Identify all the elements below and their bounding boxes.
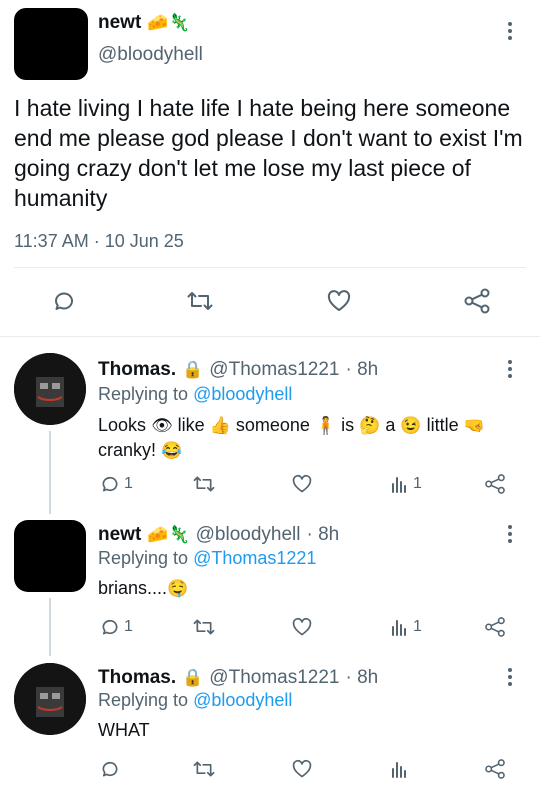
name-emoji: 🧀🦎 xyxy=(147,13,190,32)
handle: @Thomas1221 xyxy=(209,667,340,688)
reply-word: is xyxy=(341,415,355,435)
author-name-row[interactable]: Thomas. 🔒 @Thomas1221 · 8h xyxy=(98,667,378,689)
reply-count: 1 xyxy=(124,475,133,492)
drooling-emoji: 🤤 xyxy=(167,579,189,598)
author-name-row[interactable]: newt 🧀🦎 xyxy=(98,12,190,34)
display-name: Thomas. xyxy=(98,359,177,380)
avatar[interactable] xyxy=(14,520,86,592)
reply-icon[interactable]: 1 xyxy=(100,617,133,637)
author-name-row[interactable]: Thomas. 🔒 @Thomas1221 · 8h xyxy=(98,359,378,381)
retweet-icon[interactable] xyxy=(192,759,216,784)
reply-text: brians....🤤 xyxy=(98,578,188,599)
views-icon[interactable]: 1 xyxy=(389,474,422,494)
replying-to-label: Replying to xyxy=(98,548,189,568)
display-name: Thomas. xyxy=(98,667,177,688)
display-name: newt xyxy=(98,12,142,33)
like-icon[interactable] xyxy=(291,474,313,499)
more-options-icon[interactable] xyxy=(508,668,512,686)
laughing-emoji: 😂 xyxy=(161,441,183,460)
reply-icon[interactable] xyxy=(52,289,76,318)
share-icon[interactable] xyxy=(484,616,506,643)
divider xyxy=(14,267,526,268)
handle[interactable]: @bloodyhell xyxy=(98,44,203,66)
replying-to-link[interactable]: @bloodyhell xyxy=(193,690,292,710)
fist-emoji: 🤜 xyxy=(463,416,485,435)
reply-word: a xyxy=(385,415,396,435)
handle: @bloodyhell xyxy=(195,524,301,545)
reply-time: · 8h xyxy=(306,524,340,545)
replying-to-link[interactable]: @Thomas1221 xyxy=(193,548,316,568)
reply-word: like xyxy=(177,415,205,435)
views-count: 1 xyxy=(413,475,422,492)
replying-to-link[interactable]: @bloodyhell xyxy=(193,384,292,404)
reply-word: brians.... xyxy=(98,578,168,598)
views-icon[interactable] xyxy=(389,759,409,784)
avatar[interactable] xyxy=(14,353,86,425)
thinking-emoji: 🤔 xyxy=(359,416,381,435)
like-icon[interactable] xyxy=(291,617,313,642)
author-name-row[interactable]: newt 🧀🦎 @bloodyhell · 8h xyxy=(98,524,339,546)
like-icon[interactable] xyxy=(291,759,313,784)
more-options-icon[interactable] xyxy=(508,360,512,378)
views-icon[interactable]: 1 xyxy=(389,617,422,637)
wink-emoji: 😉 xyxy=(400,416,422,435)
retweet-icon[interactable] xyxy=(192,474,216,499)
display-name: newt xyxy=(98,524,142,545)
share-icon[interactable] xyxy=(463,288,491,319)
more-options-icon[interactable] xyxy=(508,525,512,543)
reply-time: · 8h xyxy=(345,667,379,688)
name-emoji: 🧀🦎 xyxy=(147,525,190,544)
reply-icon[interactable]: 1 xyxy=(100,474,133,494)
share-icon[interactable] xyxy=(484,473,506,500)
reply-text: Looks 👁 like 👍 someone 🧍 is 🤔 a 😉 little… xyxy=(98,413,528,463)
reply-time: · 8h xyxy=(345,359,379,380)
replying-to-label: Replying to xyxy=(98,690,189,710)
person-emoji: 🧍 xyxy=(314,416,337,435)
tweet-timestamp[interactable]: 11:37 AM · 10 Jun 25 xyxy=(14,231,184,252)
more-options-icon[interactable] xyxy=(508,22,512,40)
eye-emoji: 👁 xyxy=(151,416,173,435)
retweet-icon[interactable] xyxy=(186,289,214,318)
replying-to: Replying to @Thomas1221 xyxy=(98,548,316,569)
thumbs-up-emoji: 👍 xyxy=(209,416,231,435)
handle: @Thomas1221 xyxy=(209,359,340,380)
thread-line xyxy=(49,598,51,656)
reply-word: cranky! xyxy=(98,440,157,460)
views-count: 1 xyxy=(413,618,422,635)
share-icon[interactable] xyxy=(484,758,506,785)
reply-count: 1 xyxy=(124,618,133,635)
reply-word: little xyxy=(426,415,459,435)
divider xyxy=(0,336,540,337)
avatar[interactable] xyxy=(14,663,86,735)
retweet-icon[interactable] xyxy=(192,617,216,642)
like-icon[interactable] xyxy=(326,289,352,318)
reply-word: someone xyxy=(235,415,310,435)
replying-to: Replying to @bloodyhell xyxy=(98,690,292,711)
reply-text: WHAT xyxy=(98,720,150,740)
avatar[interactable] xyxy=(14,8,88,80)
replying-to: Replying to @bloodyhell xyxy=(98,384,292,405)
thread-line xyxy=(49,431,51,514)
reply-word: Looks xyxy=(98,415,147,435)
replying-to-label: Replying to xyxy=(98,384,189,404)
protected-lock-icon: 🔒 xyxy=(182,360,204,379)
tweet-text: I hate living I hate life I hate being h… xyxy=(14,95,523,211)
protected-lock-icon: 🔒 xyxy=(182,668,204,687)
reply-icon[interactable] xyxy=(100,759,120,784)
